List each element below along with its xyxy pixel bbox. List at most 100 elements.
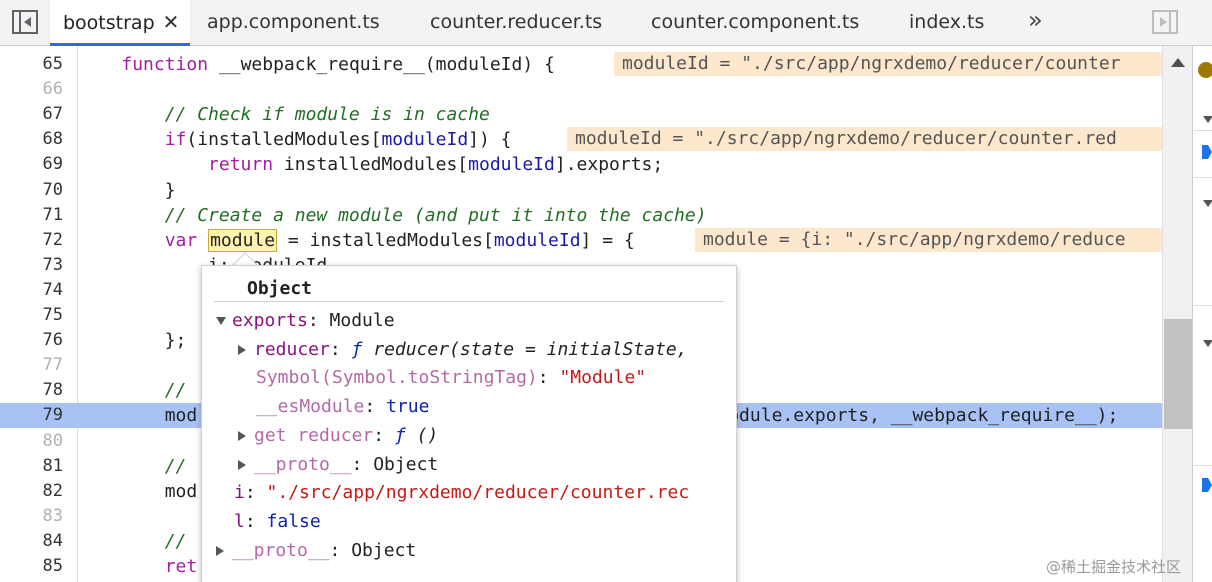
tab-label: bootstrap	[63, 12, 155, 34]
panel-divider	[1194, 305, 1212, 306]
tab-app-component[interactable]: app.component.ts	[207, 0, 380, 46]
line-number[interactable]: 78	[0, 378, 63, 403]
line-number[interactable]: 76	[0, 328, 63, 353]
toggle-debugger-icon[interactable]	[1152, 10, 1178, 34]
line-number[interactable]: 73	[0, 253, 63, 278]
property-key: __proto__	[254, 453, 352, 475]
toggle-navigator-icon[interactable]	[12, 10, 38, 34]
expand-triangle-icon[interactable]	[238, 459, 246, 470]
property-key: get reducer	[254, 424, 374, 446]
tab-index[interactable]: index.ts	[909, 0, 984, 46]
property-row[interactable]: __proto__: Object	[216, 538, 416, 564]
tab-bootstrap[interactable]: bootstrap ✕	[50, 0, 190, 46]
property-row: l: false	[234, 509, 321, 535]
expand-triangle-icon[interactable]	[238, 344, 246, 355]
tab-counter-reducer[interactable]: counter.reducer.ts	[430, 0, 602, 46]
property-row[interactable]: reducer: ƒ reducer(state = initialState,	[238, 337, 698, 363]
property-key: __esModule	[256, 396, 365, 418]
line-number[interactable]: 72	[0, 228, 63, 253]
code-token: ] = {	[580, 229, 635, 251]
code-token: ]) {	[468, 129, 512, 151]
code-token: var	[164, 229, 198, 251]
code-line[interactable]: 68 if(installedModules[moduleId]) {modul…	[0, 127, 1162, 152]
code-line[interactable]: 72 var module = installedModules[moduleI…	[0, 227, 1162, 253]
code-token: function	[121, 54, 209, 75]
line-number[interactable]: 67	[0, 102, 63, 127]
expand-section-icon[interactable]	[1203, 340, 1212, 347]
property-row[interactable]: get reducer: ƒ ()	[238, 423, 438, 449]
pause-status-icon	[1198, 62, 1212, 78]
code-line[interactable]: 66	[0, 77, 1162, 102]
more-tabs-icon[interactable]: »	[1028, 6, 1043, 34]
code-token: moduleId	[493, 229, 581, 251]
line-number[interactable]: 84	[0, 529, 63, 554]
line-number[interactable]: 65	[0, 52, 63, 77]
scrollbar-thumb[interactable]	[1164, 319, 1192, 429]
property-row[interactable]: exports: Module	[216, 308, 395, 334]
hovered-token[interactable]: module	[208, 228, 278, 252]
line-number[interactable]: 74	[0, 278, 63, 303]
code-token: // Check if module is in cache	[164, 104, 490, 126]
property-value: :	[244, 482, 267, 504]
line-number[interactable]: 70	[0, 178, 63, 203]
line-number[interactable]: 83	[0, 504, 63, 529]
debugger-side-panel	[1192, 46, 1212, 582]
property-value: "./src/app/ngrxdemo/reducer/counter.rec	[266, 482, 690, 504]
line-number[interactable]: 79	[0, 403, 63, 428]
line-number[interactable]: 66	[0, 77, 63, 102]
property-value: ƒ	[351, 338, 363, 360]
code-line[interactable]: 69 return installedModules[moduleId].exp…	[0, 152, 1162, 177]
code-token: mod	[78, 480, 198, 502]
property-row: i: "./src/app/ngrxdemo/reducer/counter.r…	[234, 480, 689, 506]
code-text: mod	[78, 479, 198, 504]
line-number[interactable]: 81	[0, 454, 63, 479]
line-number[interactable]: 75	[0, 303, 63, 328]
property-value: :	[244, 510, 267, 532]
tab-label: app.component.ts	[207, 11, 380, 33]
line-number[interactable]: 85	[0, 554, 63, 579]
vertical-scrollbar[interactable]	[1162, 46, 1192, 582]
code-token: }	[78, 179, 176, 201]
code-token: //	[164, 530, 187, 552]
line-number[interactable]: 77	[0, 353, 63, 378]
property-value: :	[537, 367, 560, 389]
line-number[interactable]: 71	[0, 203, 63, 228]
code-line[interactable]: 67 // Check if module is in cache	[0, 102, 1162, 127]
close-tab-icon[interactable]: ✕	[163, 0, 180, 44]
panel-divider	[1194, 465, 1212, 466]
code-token: // Create a new module (and put it into …	[164, 204, 707, 226]
collapse-triangle-icon[interactable]	[216, 317, 226, 325]
scroll-up-icon[interactable]	[1171, 58, 1185, 67]
property-row[interactable]: __proto__: Object	[238, 452, 438, 478]
object-preview-popover[interactable]: Object exports: Module reducer: ƒ reducer…	[201, 265, 737, 582]
line-number[interactable]: 69	[0, 152, 63, 177]
tab-counter-component[interactable]: counter.component.ts	[651, 0, 859, 46]
code-token: (installedModules[	[186, 129, 382, 151]
property-value: : Object	[329, 539, 417, 561]
code-text: return installedModules[moduleId].export…	[78, 152, 663, 177]
code-token: __webpack_require__(moduleId) {	[208, 54, 555, 75]
property-value: :	[373, 424, 395, 446]
property-key: i	[234, 482, 245, 504]
tab-label: counter.component.ts	[651, 11, 860, 33]
panel-divider	[1194, 130, 1212, 131]
inline-variable-value: module = {i: "./src/app/ngrxdemo/reduce	[695, 227, 1162, 252]
expand-section-icon[interactable]	[1203, 116, 1212, 123]
code-line[interactable]: 70 }	[0, 178, 1162, 203]
code-line[interactable]: 65 function __webpack_require__(moduleId…	[0, 52, 1162, 77]
tab-label: index.ts	[909, 11, 985, 33]
expand-triangle-icon[interactable]	[216, 545, 224, 556]
code-token: installedModules[	[273, 154, 469, 176]
expand-section-icon[interactable]	[1203, 200, 1212, 207]
code-token: if	[164, 129, 187, 151]
line-number[interactable]: 82	[0, 479, 63, 504]
code-text: // Create a new module (and put it into …	[78, 203, 707, 228]
expand-triangle-icon[interactable]	[238, 430, 246, 441]
line-number[interactable]: 68	[0, 127, 63, 152]
line-number[interactable]: 80	[0, 429, 63, 454]
code-line[interactable]: 71 // Create a new module (and put it in…	[0, 203, 1162, 228]
